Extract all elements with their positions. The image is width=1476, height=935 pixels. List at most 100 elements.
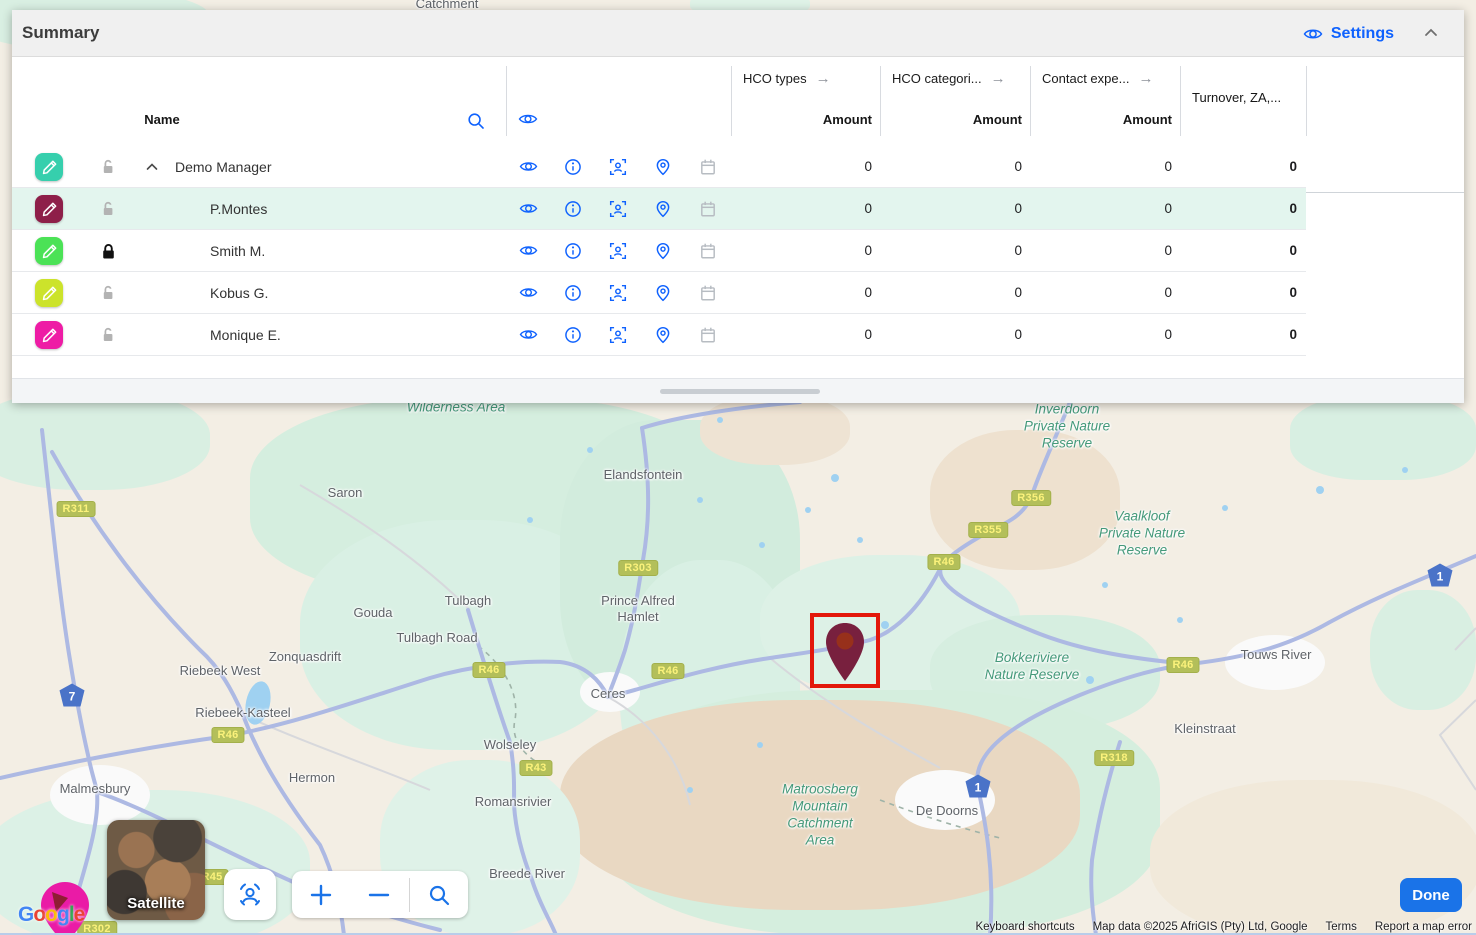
- eye-icon[interactable]: [519, 200, 538, 222]
- column-group-hco-types[interactable]: HCO types →: [743, 70, 831, 87]
- map-label-town: Saron: [328, 485, 363, 501]
- google-logo[interactable]: Google: [18, 903, 84, 927]
- location-pin-icon[interactable]: [654, 284, 672, 307]
- column-amount[interactable]: Amount: [1074, 112, 1172, 127]
- amount-value: 0: [1074, 230, 1172, 272]
- map-label-town: Riebeek West: [180, 663, 261, 679]
- column-group-contact-expenses[interactable]: Contact expe... →: [1042, 70, 1153, 87]
- plus-icon: [308, 882, 334, 908]
- done-button[interactable]: Done: [1400, 878, 1462, 912]
- calendar-icon[interactable]: [699, 200, 717, 223]
- calendar-icon[interactable]: [699, 326, 717, 349]
- amount-value: 0: [1074, 272, 1172, 314]
- map-attribution: Keyboard shortcutsMap data ©2025 AfriGIS…: [975, 921, 1472, 933]
- settings-button[interactable]: Settings: [1303, 10, 1394, 57]
- eye-icon[interactable]: [519, 158, 538, 180]
- map-search-button[interactable]: [410, 871, 468, 918]
- location-pin-icon[interactable]: [654, 158, 672, 181]
- edit-pencil-button[interactable]: [35, 153, 63, 181]
- lock-open-icon[interactable]: [99, 284, 117, 307]
- attribution-link[interactable]: Report a map error: [1375, 921, 1472, 933]
- map-label-town: Touws River: [1241, 647, 1312, 663]
- search-icon[interactable]: [466, 111, 486, 136]
- focus-person-icon[interactable]: [609, 158, 627, 181]
- table-row[interactable]: Demo Manager0000: [12, 146, 1306, 188]
- location-pin-icon[interactable]: [654, 326, 672, 349]
- column-amount[interactable]: Amount: [924, 112, 1022, 127]
- locate-people-button[interactable]: [224, 869, 276, 920]
- table-row[interactable]: Monique E.0000: [12, 314, 1306, 356]
- eye-icon[interactable]: [519, 284, 538, 306]
- eye-icon: [1303, 26, 1323, 42]
- horizontal-scrollbar[interactable]: [660, 389, 820, 394]
- summary-table-body: Demo Manager0000P.Montes0000Smith M.0000…: [12, 146, 1306, 356]
- road-badge: R46: [472, 662, 505, 678]
- focus-person-icon[interactable]: [609, 242, 627, 265]
- table-row[interactable]: P.Montes0000: [12, 188, 1306, 230]
- row-name: Demo Manager: [175, 146, 272, 188]
- column-amount[interactable]: Amount: [774, 112, 872, 127]
- location-pin-icon[interactable]: [654, 200, 672, 223]
- location-pin-icon[interactable]: [654, 242, 672, 265]
- selected-location-marker[interactable]: [823, 621, 867, 685]
- eye-icon[interactable]: [519, 326, 538, 348]
- focus-person-icon[interactable]: [609, 200, 627, 223]
- info-icon[interactable]: [564, 200, 582, 223]
- map-label-town: Tulbagh: [445, 593, 492, 609]
- map-label-reserve: Bokkeriviere Nature Reserve: [985, 650, 1080, 684]
- road-badge: R46: [1166, 657, 1199, 673]
- road-badge: R46: [927, 554, 960, 570]
- column-name[interactable]: Name: [112, 112, 212, 127]
- lock-open-icon[interactable]: [99, 326, 117, 349]
- calendar-icon[interactable]: [699, 242, 717, 265]
- edit-pencil-button[interactable]: [35, 195, 63, 223]
- expand-arrow-icon[interactable]: →: [1138, 70, 1153, 87]
- focus-person-icon[interactable]: [609, 284, 627, 307]
- amount-value: 0: [924, 230, 1022, 272]
- expand-arrow-icon[interactable]: →: [991, 70, 1006, 87]
- info-icon[interactable]: [564, 242, 582, 265]
- row-name: P.Montes: [210, 188, 267, 230]
- amount-value: 0: [924, 188, 1022, 230]
- calendar-icon[interactable]: [699, 284, 717, 307]
- attribution-link[interactable]: Terms: [1326, 921, 1357, 933]
- focus-person-icon[interactable]: [609, 326, 627, 349]
- person-focus-icon: [235, 880, 265, 910]
- map-label-town: De Doorns: [916, 803, 978, 819]
- panel-header: Summary Settings: [12, 10, 1464, 57]
- lock-open-icon[interactable]: [99, 158, 117, 181]
- edit-pencil-button[interactable]: [35, 321, 63, 349]
- lock-open-icon[interactable]: [99, 200, 117, 223]
- turnover-value: 0: [1199, 314, 1297, 356]
- road-badge: R303: [618, 560, 658, 576]
- road-badge: R318: [1094, 750, 1134, 766]
- eye-icon[interactable]: [519, 242, 538, 264]
- attribution-link[interactable]: Keyboard shortcuts: [975, 921, 1074, 933]
- table-row[interactable]: Kobus G.0000: [12, 272, 1306, 314]
- table-row[interactable]: Smith M.0000: [12, 230, 1306, 272]
- lock-closed-icon[interactable]: [99, 242, 118, 266]
- info-icon[interactable]: [564, 284, 582, 307]
- calendar-icon[interactable]: [699, 158, 717, 181]
- eye-column-icon[interactable]: [518, 111, 538, 132]
- expand-arrow-icon[interactable]: →: [816, 70, 831, 87]
- zoom-in-button[interactable]: [292, 871, 350, 918]
- column-group-hco-categories[interactable]: HCO categori... →: [892, 70, 1006, 87]
- map-label-town: Zonquasdrift: [269, 649, 341, 665]
- info-icon[interactable]: [564, 158, 582, 181]
- zoom-out-button[interactable]: [350, 871, 408, 918]
- info-icon[interactable]: [564, 326, 582, 349]
- row-name: Smith M.: [210, 230, 265, 272]
- panel-collapse-chevron[interactable]: [1422, 24, 1440, 45]
- summary-panel: Summary Settings HCO types → HCO categor…: [12, 10, 1464, 403]
- satellite-label: Satellite: [107, 895, 205, 912]
- edit-pencil-button[interactable]: [35, 237, 63, 265]
- collapse-chevron-icon[interactable]: [144, 159, 160, 180]
- map-label-town: Tulbagh Road: [396, 630, 477, 646]
- row-name: Monique E.: [210, 314, 281, 356]
- edit-pencil-button[interactable]: [35, 279, 63, 307]
- satellite-toggle[interactable]: Satellite: [107, 820, 205, 920]
- turnover-value: 0: [1199, 146, 1297, 188]
- minus-icon: [366, 882, 392, 908]
- column-turnover[interactable]: Turnover, ZA,...: [1192, 90, 1281, 105]
